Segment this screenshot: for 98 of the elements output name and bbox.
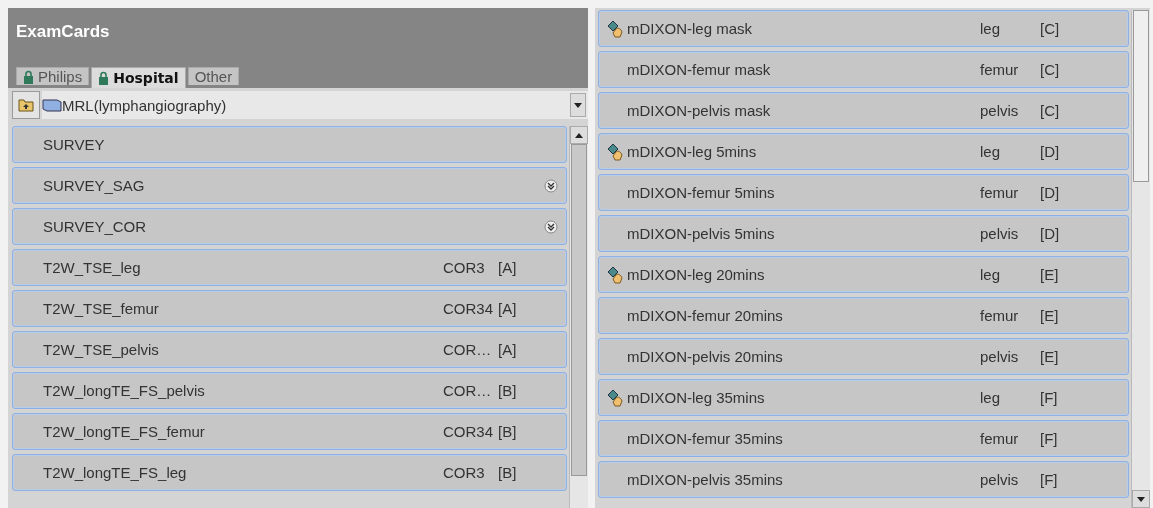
exam-card-row[interactable]: T2W_TSE_pelvis COR… [A] xyxy=(12,331,567,368)
down-arrow-icon xyxy=(574,102,582,108)
step-orientation: COR… xyxy=(443,341,493,358)
step-name: SURVEY xyxy=(43,136,106,153)
lock-icon xyxy=(98,71,110,85)
exam-card-row[interactable]: T2W_longTE_FS_leg COR3 [B] xyxy=(12,454,567,491)
step-name: mDIXON-pelvis 35mins xyxy=(627,471,784,488)
card-icon xyxy=(42,98,62,112)
step-anatomy: leg xyxy=(980,20,1002,37)
step-group: [B] xyxy=(498,382,558,399)
exam-card-row[interactable]: T2W_longTE_FS_pelvis COR… [B] xyxy=(12,372,567,409)
exam-card-row[interactable]: mDIXON-femur 20mins femur [E] xyxy=(598,297,1129,334)
step-name: mDIXON-pelvis 5mins xyxy=(627,225,776,242)
scrollbar-thumb[interactable] xyxy=(1133,10,1149,182)
step-group: [D] xyxy=(1040,184,1120,201)
exam-card-row[interactable]: mDIXON-pelvis 35mins pelvis [F] xyxy=(598,461,1129,498)
step-name: mDIXON-pelvis mask xyxy=(627,102,772,119)
scroll-up-button[interactable] xyxy=(570,126,588,144)
step-orientation: COR… xyxy=(443,382,493,399)
step-name: mDIXON-pelvis 20mins xyxy=(627,348,784,365)
tab[interactable]: Hospital xyxy=(91,67,186,88)
step-name: mDIXON-femur mask xyxy=(627,61,772,78)
exam-card-row[interactable]: mDIXON-leg 35mins leg [F] xyxy=(598,379,1129,416)
step-name: mDIXON-leg 35mins xyxy=(627,389,766,406)
step-group: [D] xyxy=(1040,143,1120,160)
folder-up-icon xyxy=(18,98,34,112)
step-name: mDIXON-femur 5mins xyxy=(627,184,776,201)
exam-card-row[interactable]: SURVEY_COR xyxy=(12,208,567,245)
folder-up-button[interactable] xyxy=(12,91,40,119)
step-name: T2W_longTE_FS_femur xyxy=(43,423,206,440)
step-name: SURVEY_COR xyxy=(43,218,148,235)
lock-icon xyxy=(23,69,34,84)
step-anatomy: pelvis xyxy=(980,348,1020,365)
step-group: [D] xyxy=(1040,225,1120,242)
exam-card-row[interactable]: mDIXON-leg 20mins leg [E] xyxy=(598,256,1129,293)
step-name: T2W_TSE_femur xyxy=(43,300,160,317)
step-anatomy: leg xyxy=(980,266,1002,283)
step-group: [E] xyxy=(1040,348,1120,365)
step-anatomy: pelvis xyxy=(980,471,1020,488)
step-group: [C] xyxy=(1040,20,1120,37)
step-orientation: COR34 xyxy=(443,300,495,317)
exam-card-row[interactable]: mDIXON-leg mask leg [C] xyxy=(598,10,1129,47)
step-name: T2W_longTE_FS_pelvis xyxy=(43,382,206,399)
step-orientation: COR3 xyxy=(443,259,486,276)
step-group: [B] xyxy=(498,423,558,440)
step-anatomy: femur xyxy=(980,184,1020,201)
step-anatomy: leg xyxy=(980,143,1002,160)
step-anatomy: femur xyxy=(980,61,1020,78)
step-group: [B] xyxy=(498,464,558,481)
step-group: [F] xyxy=(1040,430,1120,447)
step-name: T2W_TSE_pelvis xyxy=(43,341,160,358)
step-name: mDIXON-femur 35mins xyxy=(627,430,784,447)
step-anatomy: femur xyxy=(980,307,1020,324)
step-group: [C] xyxy=(1040,61,1120,78)
step-group: [A] xyxy=(498,300,558,317)
scroll-down-button[interactable] xyxy=(1132,490,1150,508)
step-anatomy: leg xyxy=(980,389,1002,406)
step-orientation: COR34 xyxy=(443,423,495,440)
step-group: [F] xyxy=(1040,471,1120,488)
step-group: [E] xyxy=(1040,307,1120,324)
scrollbar[interactable] xyxy=(569,126,588,508)
step-name: T2W_TSE_leg xyxy=(43,259,142,276)
step-anatomy: femur xyxy=(980,430,1020,447)
exam-card-row[interactable]: T2W_TSE_leg COR3 [A] xyxy=(12,249,567,286)
step-name: mDIXON-leg 5mins xyxy=(627,143,758,160)
step-anatomy: pelvis xyxy=(980,102,1020,119)
exam-card-row[interactable]: mDIXON-pelvis 20mins pelvis [E] xyxy=(598,338,1129,375)
dropdown-arrow-button[interactable] xyxy=(570,93,586,117)
exam-card-row[interactable]: mDIXON-femur 5mins femur [D] xyxy=(598,174,1129,211)
scrollbar-thumb[interactable] xyxy=(571,144,587,476)
panel-title: ExamCards xyxy=(16,22,111,42)
exam-card-row[interactable]: mDIXON-pelvis mask pelvis [C] xyxy=(598,92,1129,129)
step-group: [A] xyxy=(498,341,558,358)
exam-card-row[interactable]: mDIXON-leg 5mins leg [D] xyxy=(598,133,1129,170)
exam-card-row[interactable]: T2W_TSE_femur COR34 [A] xyxy=(12,290,567,327)
tab[interactable]: Other xyxy=(187,67,240,85)
exam-card-row[interactable]: SURVEY xyxy=(12,126,567,163)
step-name: SURVEY_SAG xyxy=(43,177,146,194)
up-arrow-icon xyxy=(575,132,583,138)
step-name: mDIXON-leg 20mins xyxy=(627,266,766,283)
step-group: [E] xyxy=(1040,266,1120,283)
exam-card-row[interactable]: mDIXON-pelvis 5mins pelvis [D] xyxy=(598,215,1129,252)
step-group: [C] xyxy=(1040,102,1120,119)
step-name: mDIXON-leg mask xyxy=(627,20,754,37)
step-group: [A] xyxy=(498,259,558,276)
step-orientation: COR3 xyxy=(443,464,486,481)
step-group: [F] xyxy=(1040,389,1120,406)
step-name: T2W_longTE_FS_leg xyxy=(43,464,188,481)
exam-card-row[interactable]: mDIXON-femur mask femur [C] xyxy=(598,51,1129,88)
tab[interactable]: Philips xyxy=(16,67,90,85)
down-arrow-icon xyxy=(1137,496,1145,502)
exam-card-row[interactable]: SURVEY_SAG xyxy=(12,167,567,204)
exam-card-row[interactable]: mDIXON-femur 35mins femur [F] xyxy=(598,420,1129,457)
scrollbar[interactable] xyxy=(1131,10,1150,508)
step-name: mDIXON-femur 20mins xyxy=(627,307,784,324)
exam-dropdown[interactable]: MRL(lymphangiography) xyxy=(42,91,588,119)
step-anatomy: pelvis xyxy=(980,225,1020,242)
exam-card-row[interactable]: T2W_longTE_FS_femur COR34 [B] xyxy=(12,413,567,450)
